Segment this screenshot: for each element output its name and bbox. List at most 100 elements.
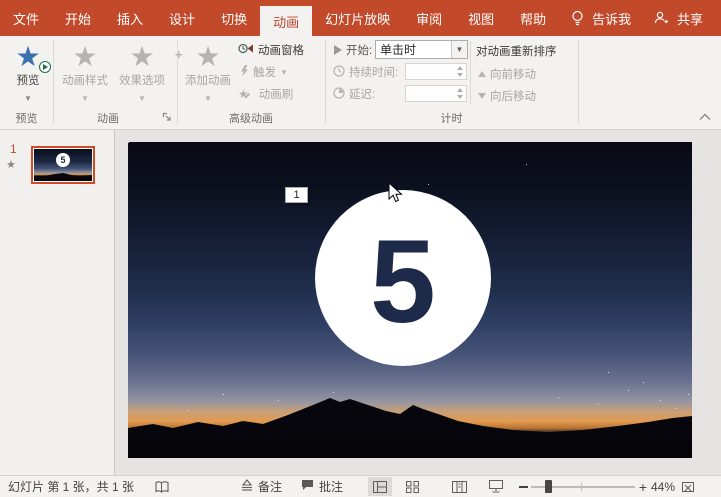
thumbnail-count-circle: 5: [56, 153, 70, 167]
add-animation-label: 添加动画: [185, 75, 231, 87]
chevron-down-icon: ▼: [57, 94, 113, 103]
zoom-in-button[interactable]: +: [637, 476, 649, 497]
tab-help[interactable]: 帮助: [507, 0, 559, 36]
animation-styles-label: 动画样式: [62, 75, 108, 87]
comment-bubble-icon: [301, 479, 314, 494]
animation-pane-label: 动画窗格: [258, 42, 304, 58]
zoom-slider-midpoint: [581, 483, 582, 491]
group-label-preview: 预览: [0, 110, 53, 126]
fit-slide-to-window-icon[interactable]: [681, 476, 695, 497]
animation-pane-icon: [238, 42, 254, 58]
sky-stars: [128, 142, 129, 143]
animation-indicator-star-icon[interactable]: ★: [6, 158, 16, 171]
chevron-down-icon[interactable]: ▼: [451, 41, 467, 58]
start-play-icon: [334, 45, 342, 55]
chevron-down-icon[interactable]: ▼: [3, 94, 53, 103]
share-person-icon: [649, 0, 673, 36]
countdown-number: 5: [370, 223, 436, 341]
notes-label: 备注: [258, 478, 282, 495]
group-divider: [578, 40, 579, 124]
animation-painter-button[interactable]: ★ 动画刷: [238, 86, 293, 102]
animation-order-badge[interactable]: 1: [285, 187, 308, 203]
slide-canvas[interactable]: 5 1: [128, 142, 692, 458]
tab-transitions[interactable]: 切换: [208, 0, 260, 36]
move-later-button[interactable]: 向后移动: [478, 88, 536, 104]
slide-thumbnail-image: 5: [34, 149, 92, 181]
move-earlier-button[interactable]: 向前移动: [478, 66, 536, 82]
group-label-advanced-animation: 高级动画: [177, 110, 325, 126]
chevron-down-icon: ▼: [182, 94, 234, 103]
trigger-label: 触发: [253, 64, 276, 80]
delay-value: [406, 86, 454, 101]
countdown-circle[interactable]: 5: [315, 190, 491, 366]
slide-indicator: 幻灯片 第 1 张，共 1 张: [8, 476, 134, 497]
effect-options-label: 效果选项: [119, 75, 165, 87]
plus-icon: +: [175, 37, 183, 73]
preview-star-icon: ★: [3, 39, 53, 75]
reading-view-button[interactable]: [447, 476, 471, 497]
delay-clock-icon: [333, 87, 345, 102]
reorder-animation-heading: 对动画重新排序: [476, 43, 557, 59]
animation-painter-icon: ★: [238, 87, 255, 101]
duration-input[interactable]: [405, 63, 467, 80]
triangle-down-icon: [478, 93, 486, 99]
effect-options-button[interactable]: ★ 效果选项 ▼: [113, 39, 171, 103]
zoom-slider-thumb[interactable]: [545, 480, 552, 493]
animation-painter-label: 动画刷: [259, 86, 294, 102]
notes-button[interactable]: 备注: [241, 476, 282, 497]
normal-view-button[interactable]: [368, 477, 392, 496]
mouse-cursor-icon: [388, 182, 403, 207]
group-label-animation: 动画: [53, 110, 163, 126]
move-earlier-label: 向前移动: [490, 66, 536, 82]
mountain-silhouette: [128, 388, 692, 458]
start-label: 开始:: [346, 42, 372, 58]
start-select[interactable]: 单击时 ▼: [375, 40, 468, 59]
tab-home[interactable]: 开始: [52, 0, 104, 36]
delay-label: 延迟:: [349, 86, 375, 102]
lightbulb-icon: [567, 0, 588, 36]
chevron-down-icon: ▼: [113, 94, 171, 103]
tab-design[interactable]: 设计: [156, 0, 208, 36]
spinner-arrows-icon[interactable]: [454, 64, 466, 79]
add-animation-star-icon: ★+: [182, 39, 234, 75]
slide-sorter-view-button[interactable]: [400, 476, 424, 497]
tab-insert[interactable]: 插入: [104, 0, 156, 36]
collapse-ribbon-chevron-icon[interactable]: [698, 112, 712, 125]
animation-styles-button[interactable]: ★ 动画样式 ▼: [57, 39, 113, 103]
zoom-level[interactable]: 44%: [651, 476, 675, 497]
triangle-up-icon: [478, 71, 486, 77]
zoom-out-button[interactable]: [517, 476, 529, 497]
duration-value: [406, 64, 454, 79]
slide-thumbnail[interactable]: 5: [31, 146, 95, 184]
effect-options-star-icon: ★: [113, 39, 171, 75]
spinner-arrows-icon[interactable]: [454, 86, 466, 101]
start-row: 开始:: [334, 42, 372, 58]
clock-icon: [333, 65, 345, 80]
dialog-launcher-icon[interactable]: [162, 112, 172, 125]
tab-file[interactable]: 文件: [0, 0, 52, 36]
slideshow-view-button[interactable]: [484, 476, 508, 497]
delay-row: 延迟:: [333, 86, 375, 102]
add-animation-button[interactable]: ★+ 添加动画 ▼: [182, 39, 234, 103]
spell-check-icon[interactable]: [154, 476, 170, 497]
animation-pane-button[interactable]: 动画窗格: [238, 42, 304, 58]
play-icon: [39, 61, 51, 73]
trigger-button[interactable]: 触发 ▼: [240, 64, 288, 80]
tab-view[interactable]: 视图: [455, 0, 507, 36]
preview-button-label: 预览: [17, 75, 40, 87]
ribbon-tab-bar: 文件 开始 插入 设计 切换 动画 幻灯片放映 审阅 视图 帮助 告诉我 共享: [0, 0, 721, 36]
animation-style-star-icon: ★: [57, 39, 113, 75]
tell-me-button[interactable]: 告诉我: [588, 0, 644, 36]
tab-slideshow[interactable]: 幻灯片放映: [312, 0, 403, 36]
comments-button[interactable]: 批注: [301, 476, 343, 497]
comments-label: 批注: [319, 478, 343, 495]
notes-icon: [241, 479, 253, 494]
start-select-value: 单击时: [376, 41, 451, 58]
delay-input[interactable]: [405, 85, 467, 102]
tab-animations[interactable]: 动画: [260, 6, 312, 36]
tab-review[interactable]: 审阅: [403, 0, 455, 36]
preview-button[interactable]: ★ 预览 ▼: [3, 39, 53, 103]
duration-row: 持续时间:: [333, 64, 398, 80]
reorder-heading-label: 对动画重新排序: [476, 43, 557, 59]
share-button[interactable]: 共享: [673, 0, 707, 36]
